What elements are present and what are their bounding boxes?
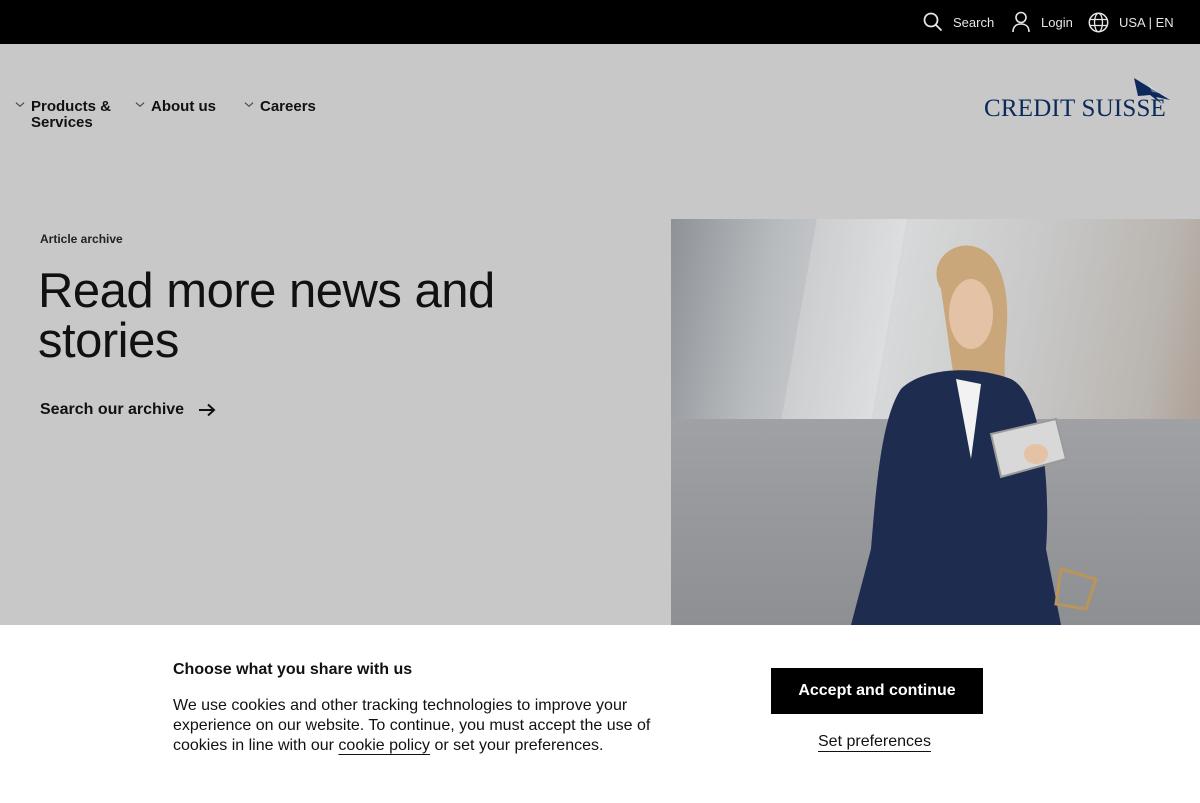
chevron-down-icon [135,102,145,108]
language-selector[interactable]: USA | EN [1088,0,1174,44]
article-archive-eyebrow: Article archive [40,232,123,246]
cookie-policy-link[interactable]: cookie policy [338,737,430,754]
cookie-banner: Choose what you share with us We use coo… [0,625,1200,803]
nav-item-careers[interactable]: Careers [243,99,316,115]
arrow-right-icon [199,403,216,417]
hero-photo [671,219,1200,625]
photo-woman-with-tablet [851,245,1098,625]
nav-label: Products & Services [31,98,112,131]
logo-wordmark: CREDIT SUISSE [984,95,1167,122]
search-icon [923,12,943,32]
set-preferences-link[interactable]: Set preferences [818,733,931,751]
search-label: Search [953,14,995,30]
search-archive-link[interactable]: Search our archive [40,401,216,419]
chevron-down-icon [244,102,254,108]
globe-icon [1088,12,1109,32]
nav-item-about-us[interactable]: About us [134,99,216,115]
accept-and-continue-button[interactable]: Accept and continue [771,668,983,714]
chevron-down-icon [15,102,25,108]
nav-label: About us [151,98,216,115]
hero-headline: Read more news and stories [38,264,495,368]
cookie-banner-text: We use cookies and other tracking techno… [173,696,683,756]
cookie-banner-title: Choose what you share with us [173,661,413,678]
cookie-text-part2: or set your preferences. [430,737,604,754]
login-label: Login [1041,14,1073,30]
language-label: USA | EN [1119,14,1174,30]
credit-suisse-logo[interactable]: CREDIT SUISSE [982,76,1172,122]
utility-bar: Search Login USA | EN [0,0,1200,44]
nav-item-products-services[interactable]: Products & Services [14,99,121,131]
nav-label: Careers [260,98,316,115]
search-button[interactable]: Search [923,0,994,44]
login-button[interactable]: Login [1011,0,1073,44]
user-icon [1012,11,1030,33]
archive-link-label: Search our archive [40,401,185,418]
